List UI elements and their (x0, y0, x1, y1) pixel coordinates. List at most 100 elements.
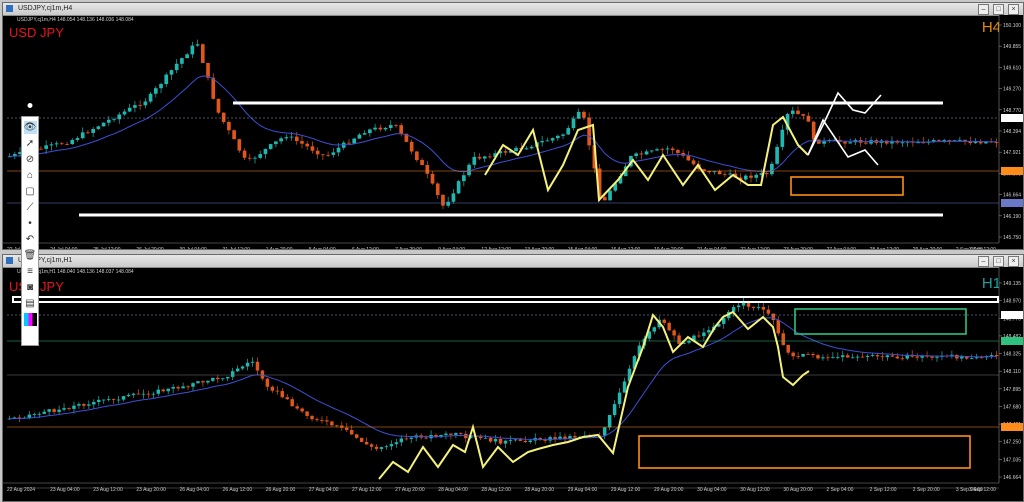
candle-body (404, 438, 409, 440)
candle-body (935, 356, 939, 358)
candle-body (285, 397, 289, 400)
maximize-button[interactable]: □ (993, 256, 1004, 267)
close-button[interactable]: × (1008, 4, 1019, 15)
candle-body (969, 358, 974, 360)
candle-body (92, 401, 96, 405)
candle-body (652, 327, 657, 332)
candle-body (766, 309, 771, 314)
clipboard-icon[interactable]: ▤ (24, 297, 37, 310)
candle-body (330, 421, 334, 426)
candle-body (161, 389, 165, 392)
candle-body (331, 152, 336, 155)
chart-window-h1[interactable]: USDJPY,cj1m,H1 – □ × USDJPY,cj1m,H1 148.… (2, 254, 1024, 502)
price-chart-h1[interactable]: 149.135148.970148.770148.482148.325148.1… (3, 267, 1023, 501)
candle-body (780, 129, 785, 147)
close-button[interactable]: × (1008, 256, 1019, 267)
minimize-button[interactable]: – (978, 4, 989, 15)
x-tick-label: 23 Aug 20:00 (783, 247, 813, 249)
candle-body (885, 355, 890, 358)
y-tick-label: 147.921 (1003, 150, 1021, 156)
candle-body (845, 355, 850, 358)
candle-body (960, 356, 964, 359)
candle-body (545, 140, 550, 142)
chart-window-h4[interactable]: USDJPY,cj1m,H4 – □ × USDJPY,cj1m,H4 148.… (2, 2, 1024, 250)
ruler-icon[interactable]: ⟋ (24, 201, 37, 214)
candle-body (994, 142, 999, 143)
undo-icon[interactable]: ↶ (24, 233, 37, 246)
eye-icon[interactable]: 👁 (23, 121, 37, 134)
candle-body (723, 174, 727, 176)
candle-body (171, 387, 175, 389)
candle-body (62, 408, 66, 410)
candle-body (712, 171, 717, 173)
camera-icon[interactable]: ◙ (24, 281, 37, 294)
x-tick-label: 16 Aug 12:00 (611, 247, 641, 249)
candle-body (270, 386, 275, 391)
square-icon[interactable]: ▢ (24, 185, 37, 198)
cursor-icon[interactable]: ➚ (24, 137, 37, 150)
candle-body (644, 151, 649, 155)
candle-body (190, 45, 195, 55)
candle-body (159, 84, 163, 89)
y-tick-label: 147.250 (1003, 440, 1021, 446)
candle-body (707, 330, 711, 333)
candle-body (87, 404, 91, 406)
candle-body (121, 396, 126, 400)
candle-body (498, 438, 503, 444)
minimize-button[interactable]: – (978, 256, 989, 267)
candle-body (561, 134, 565, 136)
price-chart-h4[interactable]: 150.100 149.855 149.610 149.270 148.770 148.3… (3, 15, 1023, 249)
candle-body (388, 125, 393, 128)
moving-average-line (9, 317, 997, 441)
candle-body (265, 378, 270, 387)
candle-body (345, 427, 349, 430)
candle-body (195, 44, 200, 46)
candle-body (915, 356, 919, 358)
candle-body (540, 141, 544, 143)
trash-icon[interactable]: 🗑 (24, 249, 37, 262)
x-tick-label: 30 Jul 04:00 (180, 247, 207, 249)
candle-body (444, 433, 448, 435)
maximize-button[interactable]: □ (993, 4, 1004, 15)
tag-icon[interactable]: ⌂ (24, 169, 37, 182)
y-tick-label: 146.664 (1003, 475, 1021, 481)
x-tick-label: 3 Sep 12:00 (969, 247, 996, 249)
y-tick-label: 148.394 (1003, 129, 1021, 135)
candle-body (263, 148, 268, 155)
dot-icon[interactable]: • (24, 217, 37, 230)
candle-body (294, 136, 299, 142)
candle-body (235, 368, 240, 372)
pin-icon[interactable] (26, 102, 34, 112)
candle-body (200, 44, 205, 63)
candle-body (211, 377, 215, 381)
candle-body (488, 156, 492, 158)
candle-body (667, 322, 671, 331)
candle-body (754, 174, 759, 178)
candle-body (865, 355, 870, 357)
candle-body (86, 132, 90, 134)
y-tick-label: 148.770 (1003, 108, 1021, 114)
candle-body (253, 157, 257, 159)
candle-body (305, 411, 309, 416)
layers-icon[interactable]: ≡ (24, 265, 37, 278)
candle-body (378, 127, 383, 130)
candle-body (816, 355, 820, 359)
candle-body (221, 378, 225, 380)
candle-body (639, 153, 644, 155)
candle-body (340, 425, 344, 428)
magnet-icon[interactable]: ⊘ (24, 153, 37, 166)
candle-body (806, 353, 810, 355)
candle-body (843, 141, 847, 144)
candle-body (806, 115, 811, 122)
candle-body (608, 190, 612, 201)
candle-body (284, 137, 289, 139)
candle-body (622, 381, 627, 393)
price-tag-bg (1001, 311, 1023, 319)
candle-body (875, 355, 880, 357)
candle-body (456, 181, 461, 194)
candle-body (634, 153, 638, 156)
palette-icon[interactable] (23, 313, 37, 326)
candle-body (245, 362, 250, 367)
candle-body (169, 70, 174, 75)
candle-body (660, 149, 665, 151)
